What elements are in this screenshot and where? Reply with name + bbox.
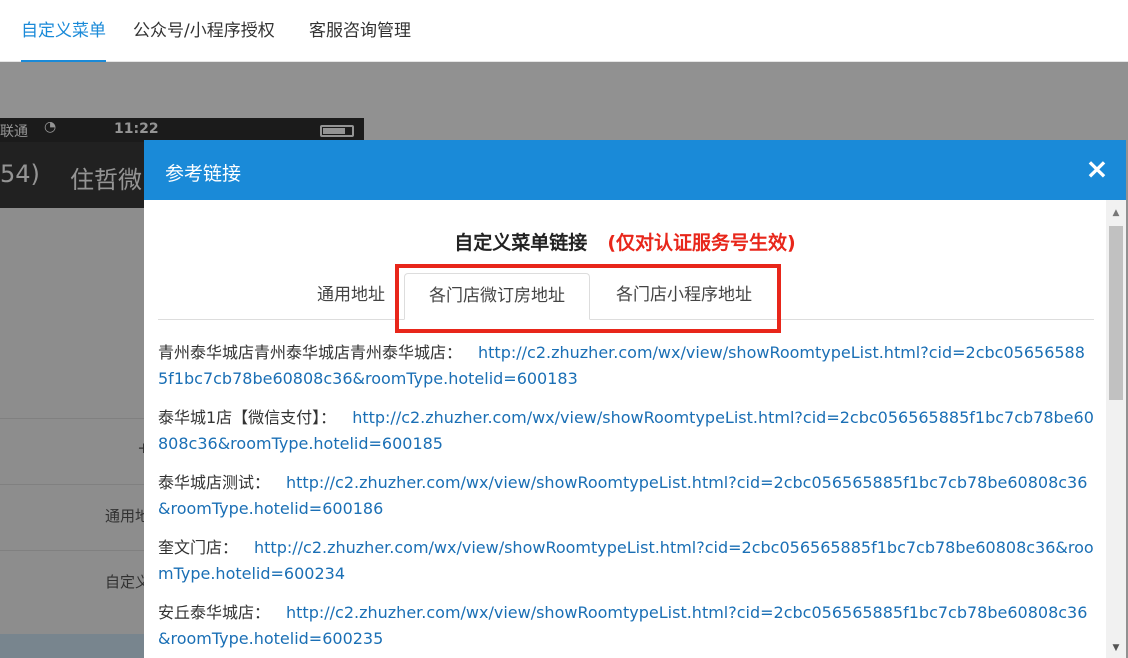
store-link[interactable]: http://c2.zhuzher.com/wx/view/showRoomty…	[158, 473, 1087, 518]
store-name: 青州泰华城店青州泰华城店青州泰华城店：	[158, 343, 463, 362]
heading-note: (仅对认证服务号生效)	[607, 232, 796, 254]
list-item: 安丘泰华城店： http://c2.zhuzher.com/wx/view/sho…	[158, 600, 1094, 652]
tab-authorization[interactable]: 公众号/小程序授权	[133, 18, 275, 62]
tab-general-address[interactable]: 通用地址	[308, 273, 394, 320]
store-link[interactable]: http://c2.zhuzher.com/wx/view/showRoomty…	[158, 603, 1087, 648]
store-name: 安丘泰华城店：	[158, 603, 271, 622]
link-tabs: 通用地址 各门店微订房地址 各门店小程序地址	[158, 273, 1094, 320]
store-name: 泰华城店测试：	[158, 473, 271, 492]
list-item: 青州泰华城店青州泰华城店青州泰华城店： http://c2.zhuzher.com…	[158, 340, 1094, 392]
modal-scrollbar[interactable]: ▲ ▼	[1106, 200, 1126, 658]
heading-text: 自定义菜单链接	[454, 232, 588, 254]
store-name: 奎文门店：	[158, 538, 239, 557]
store-name: 泰华城1店【微信支付】：	[158, 408, 337, 427]
scroll-thumb[interactable]	[1109, 226, 1123, 400]
list-item: 泰华城店测试： http://c2.zhuzher.com/wx/view/sho…	[158, 470, 1094, 522]
reference-link-modal: 参考链接 × 自定义菜单链接 (仅对认证服务号生效) 通用地址 各门店微订房地址 …	[144, 140, 1126, 658]
modal-header: 参考链接 ×	[144, 140, 1126, 200]
tab-store-miniprogram-address[interactable]: 各门店小程序地址	[600, 273, 768, 320]
scroll-up-icon[interactable]: ▲	[1106, 200, 1126, 226]
list-item: 泰华城1店【微信支付】： http://c2.zhuzher.com/wx/vie…	[158, 405, 1094, 457]
tab-custom-menu[interactable]: 自定义菜单	[21, 18, 106, 62]
link-list: 青州泰华城店青州泰华城店青州泰华城店： http://c2.zhuzher.com…	[158, 340, 1094, 658]
modal-title: 参考链接	[165, 163, 242, 185]
close-icon[interactable]: ×	[1082, 154, 1112, 184]
modal-body: 自定义菜单链接 (仅对认证服务号生效) 通用地址 各门店微订房地址 各门店小程序地…	[144, 200, 1106, 658]
scroll-down-icon[interactable]: ▼	[1106, 638, 1126, 658]
store-link[interactable]: http://c2.zhuzher.com/wx/view/showRoomty…	[158, 538, 1094, 583]
list-item: 奎文门店： http://c2.zhuzher.com/wx/view/showR…	[158, 535, 1094, 587]
tab-customer-service[interactable]: 客服咨询管理	[309, 18, 411, 62]
links-heading: 自定义菜单链接 (仅对认证服务号生效)	[144, 228, 1106, 255]
top-tab-bar: 自定义菜单 公众号/小程序授权 客服咨询管理	[0, 0, 1128, 62]
tab-store-booking-address[interactable]: 各门店微订房地址	[404, 273, 590, 320]
